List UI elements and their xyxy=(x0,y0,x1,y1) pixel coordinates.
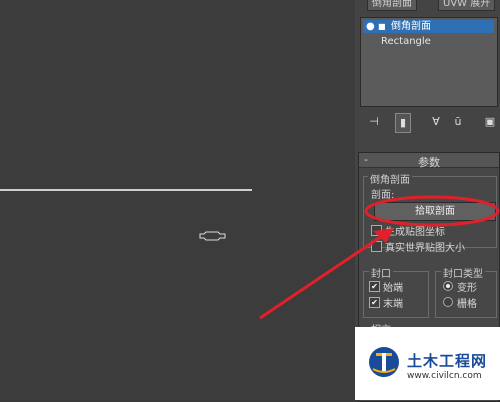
show-end-result-icon[interactable]: ▮ xyxy=(395,113,411,133)
real-world-checkbox[interactable] xyxy=(371,241,382,252)
civilcn-logo-icon xyxy=(369,347,399,377)
cap-end-checkbox[interactable]: ✔ xyxy=(369,297,380,308)
profile-label: 剖面: xyxy=(371,190,395,201)
cap-type-title: 封口类型 xyxy=(441,265,485,280)
configure-sets-icon[interactable]: ▣ xyxy=(483,113,497,131)
gen-mapping-label: 生成贴图坐标 xyxy=(385,227,445,238)
expand-icon[interactable]: ■ xyxy=(378,20,386,33)
stack-item-rectangle[interactable]: Rectangle xyxy=(381,35,431,48)
morph-radio[interactable] xyxy=(443,281,453,291)
rectangle-shape-line[interactable] xyxy=(0,189,252,191)
stack-toolbar: ⊣ ▮ ∀ ū ▣ xyxy=(367,113,497,133)
stack-item-label: 倒角剖面 xyxy=(391,21,431,32)
watermark: 土木工程网 www.civilcn.com xyxy=(355,327,500,400)
stack-item-bevel-profile[interactable]: ● ■ 倒角剖面 xyxy=(363,20,494,33)
tab-uvw-unwrap[interactable]: UVW 展开 xyxy=(438,0,496,11)
morph-label: 变形 xyxy=(457,283,477,294)
grid-radio[interactable] xyxy=(443,297,453,307)
gen-mapping-checkbox[interactable] xyxy=(371,225,382,236)
grid-label: 栅格 xyxy=(457,299,477,310)
viewport[interactable] xyxy=(0,0,355,400)
cap-group-title: 封口 xyxy=(369,265,393,280)
tab-bevel-profile[interactable]: 倒角剖面 xyxy=(367,0,417,11)
cap-end-label: 末端 xyxy=(383,299,403,310)
real-world-label: 真实世界贴图大小 xyxy=(385,243,465,254)
tab-strip: 倒角剖面 UVW 展开 xyxy=(355,0,500,12)
make-unique-icon[interactable]: ∀ xyxy=(429,113,443,131)
pivot-gizmo-icon xyxy=(199,231,226,241)
lightbulb-icon[interactable]: ● xyxy=(366,20,375,33)
group-title: 倒角剖面 xyxy=(368,171,412,186)
cap-start-checkbox[interactable]: ✔ xyxy=(369,281,380,292)
watermark-url: www.civilcn.com xyxy=(407,371,482,381)
rollout-title: 参数 xyxy=(418,156,440,169)
watermark-title: 土木工程网 xyxy=(407,352,488,370)
rollout-header[interactable]: - 参数 xyxy=(359,153,499,169)
pick-profile-button[interactable]: 拾取剖面 xyxy=(374,202,496,221)
pin-stack-icon[interactable]: ⊣ xyxy=(367,113,381,131)
modifier-stack[interactable]: ● ■ 倒角剖面 Rectangle xyxy=(360,17,498,107)
cap-start-label: 始端 xyxy=(383,283,403,294)
remove-modifier-icon[interactable]: ū xyxy=(451,113,465,131)
